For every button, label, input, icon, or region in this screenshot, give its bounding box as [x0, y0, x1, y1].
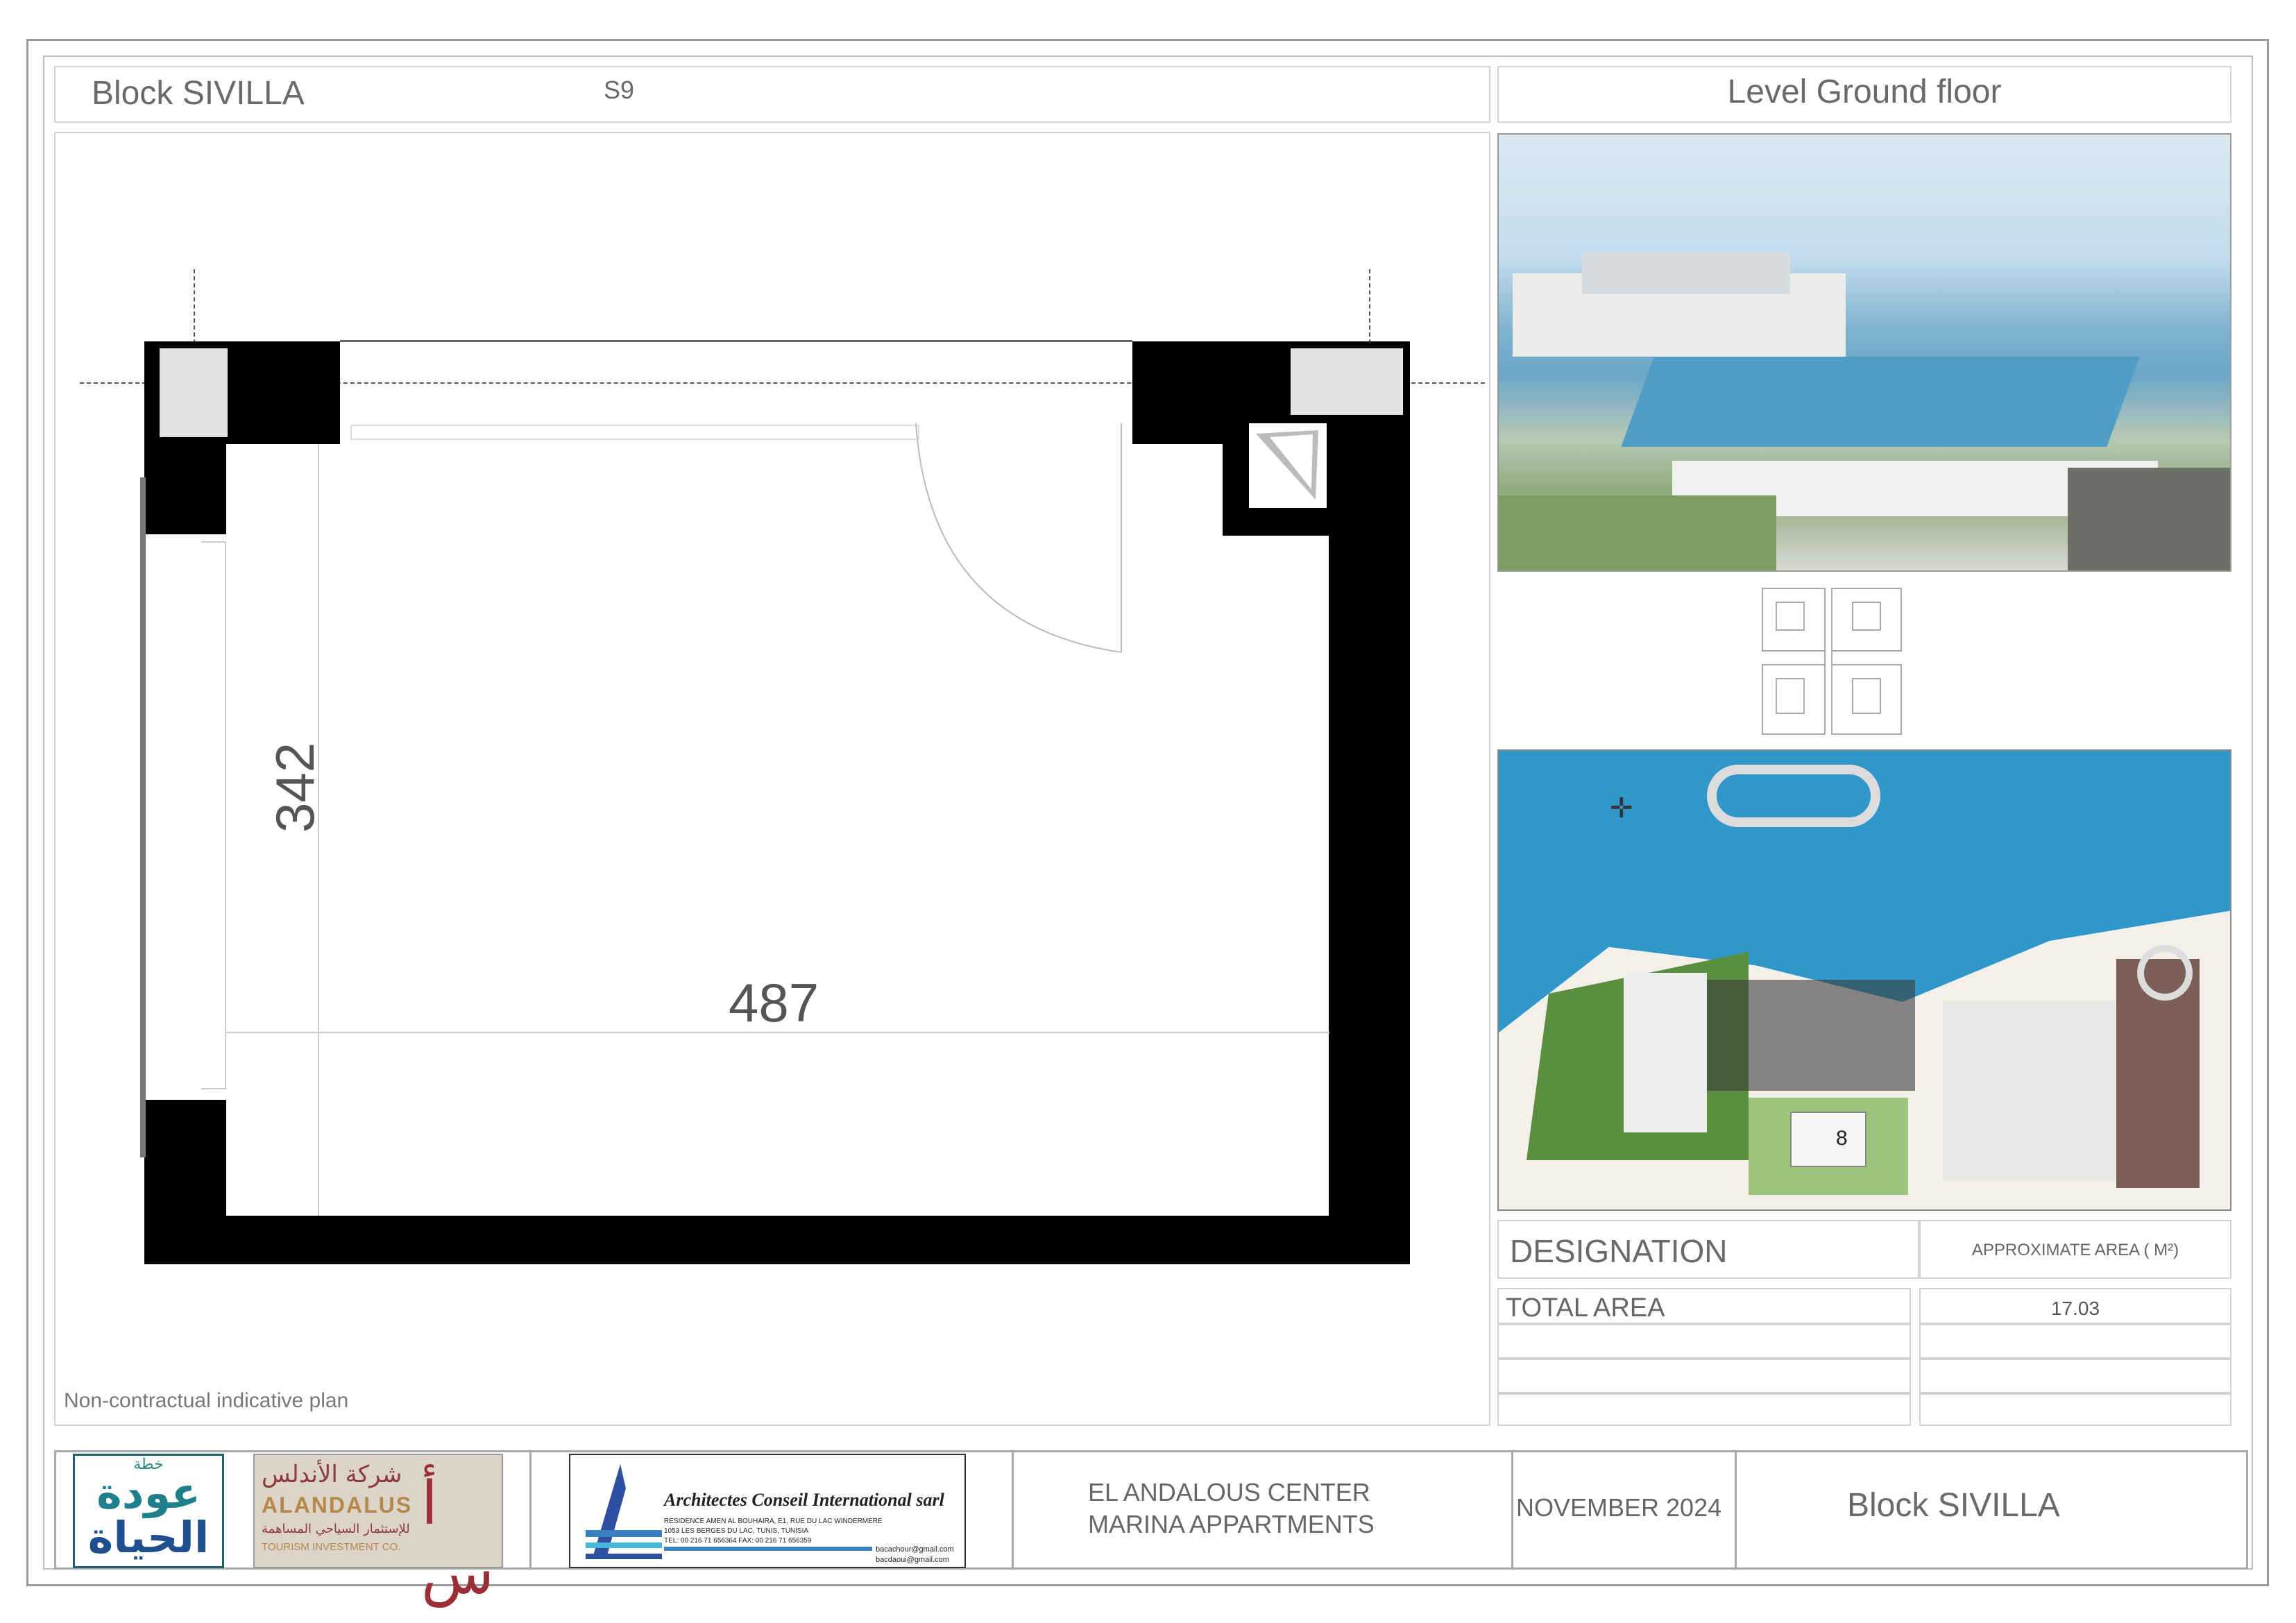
project-line-1: EL ANDALOUS CENTER [1088, 1478, 1370, 1506]
masterplan-parking [1943, 1001, 2116, 1181]
header-right-cell: Level Ground floor [1497, 66, 2231, 123]
total-area-label: TOTAL AREA [1506, 1293, 1665, 1323]
architect-address-1: RESIDENCE AMEN AL BOUHAIRA, E1, RUE DU L… [664, 1518, 883, 1525]
total-area-value: 17.03 [2050, 1298, 2100, 1319]
table-empty-value-1 [1919, 1324, 2231, 1359]
level-title: Level Ground floor [1727, 74, 2002, 110]
project-title: EL ANDALOUS CENTER MARINA APPARTMENTS [1088, 1477, 1375, 1540]
shaft-box [1249, 423, 1327, 508]
architect-address-2: 1053 LES BERGES DU LAC, TUNIS, TUNISIA [664, 1527, 809, 1535]
footer-divider-2 [1012, 1452, 1014, 1568]
logo2-arabic: شركة الأندلس [262, 1461, 402, 1488]
footer-block-name: Block SIVILLA [1847, 1487, 2060, 1524]
header-left-cell: Block SIVILLA S9 [54, 66, 1490, 123]
total-area-label-cell: TOTAL AREA [1497, 1288, 1911, 1324]
architect-logo-icon [586, 1464, 662, 1559]
logo2-arabic-sub: للإستثمار السياحي المساهمة [262, 1522, 410, 1536]
logo-alandalus: شركة الأندلس ALANDALUS للإستثمار السياحي… [253, 1454, 503, 1608]
total-area-value-cell: 17.03 [1919, 1288, 2231, 1324]
masterplan-image: 8 ✛ [1497, 749, 2231, 1211]
architect-email-1: bacachour@gmail.com [876, 1545, 954, 1554]
masterplan-building-dark [1672, 980, 1915, 1091]
render-building-back [1582, 253, 1790, 294]
window-left-glazing [201, 541, 226, 1089]
architect-name: Architectes Conseil International sarl [664, 1490, 944, 1510]
area-label: APPROXIMATE AREA ( M²) [1971, 1241, 2179, 1259]
footer-divider-4 [1735, 1452, 1737, 1568]
door-opening-line [350, 425, 919, 440]
architect-stripe [664, 1547, 872, 1551]
marina-render-image [1497, 133, 2231, 572]
wall-right [1329, 341, 1410, 1264]
table-empty-row-1 [1497, 1324, 1911, 1359]
block-title: Block SIVILLA [92, 75, 305, 112]
building-number: 8 [1836, 1127, 1848, 1150]
plan-note: Non-contractual indicative plan [64, 1389, 349, 1412]
architect-stamp: Architectes Conseil International sarl R… [569, 1454, 966, 1568]
key-plan-drawing [1762, 588, 1902, 735]
designation-header-cell: DESIGNATION [1497, 1220, 1919, 1279]
north-arrow-icon: ✛ [1610, 793, 1633, 824]
masterplan-building-8: 8 [1790, 1112, 1866, 1167]
wall-top-thin [340, 340, 1132, 342]
shaft-triangle-icon [1256, 430, 1318, 500]
window-left-frame [140, 477, 146, 1157]
table-empty-row-2 [1497, 1359, 1911, 1393]
unit-code: S9 [604, 76, 635, 104]
project-line-2: MARINA APPARTMENTS [1088, 1510, 1375, 1538]
masterplan-round-jetty [2137, 945, 2193, 1001]
table-empty-value-2 [1919, 1359, 2231, 1393]
table-empty-row-3 [1497, 1393, 1911, 1426]
column-right [1291, 348, 1403, 415]
door-swing-icon [915, 423, 1122, 653]
designation-label: DESIGNATION [1510, 1233, 1728, 1269]
width-dimension: 487 [729, 972, 819, 1033]
logo1-line2: الحياة [87, 1512, 210, 1563]
architect-email-2: bacdaoui@gmail.com [876, 1556, 949, 1564]
logo2-mark-icon: أ س [421, 1469, 494, 1608]
footer-divider-1 [529, 1452, 532, 1568]
logo2-latin: ALANDALUS [262, 1493, 413, 1518]
logo-awdat-alhayat: خطة عودة الحياة [73, 1454, 224, 1568]
table-empty-value-3 [1919, 1393, 2231, 1426]
area-header-cell: APPROXIMATE AREA ( M²) [1919, 1220, 2231, 1279]
footer-divider-3 [1511, 1452, 1513, 1568]
sheet-date: NOVEMBER 2024 [1516, 1493, 1722, 1522]
column-left [160, 348, 228, 437]
height-dimension: 342 [264, 742, 325, 833]
wall-left-lower [144, 1100, 226, 1264]
logo2-latin-sub: TOURISM INVESTMENT CO. [262, 1541, 401, 1553]
masterplan-building-white [1624, 973, 1707, 1132]
render-marina-water [1621, 357, 2140, 447]
masterplan-jetty [1707, 765, 1880, 827]
render-breakwater [2068, 468, 2230, 570]
architect-phone: TEL: 00 216 71 656364 FAX: 00 216 71 656… [664, 1537, 812, 1545]
render-green-area [1499, 495, 1776, 570]
wall-bottom [144, 1216, 1410, 1264]
logo1-line1: عودة [96, 1468, 201, 1518]
